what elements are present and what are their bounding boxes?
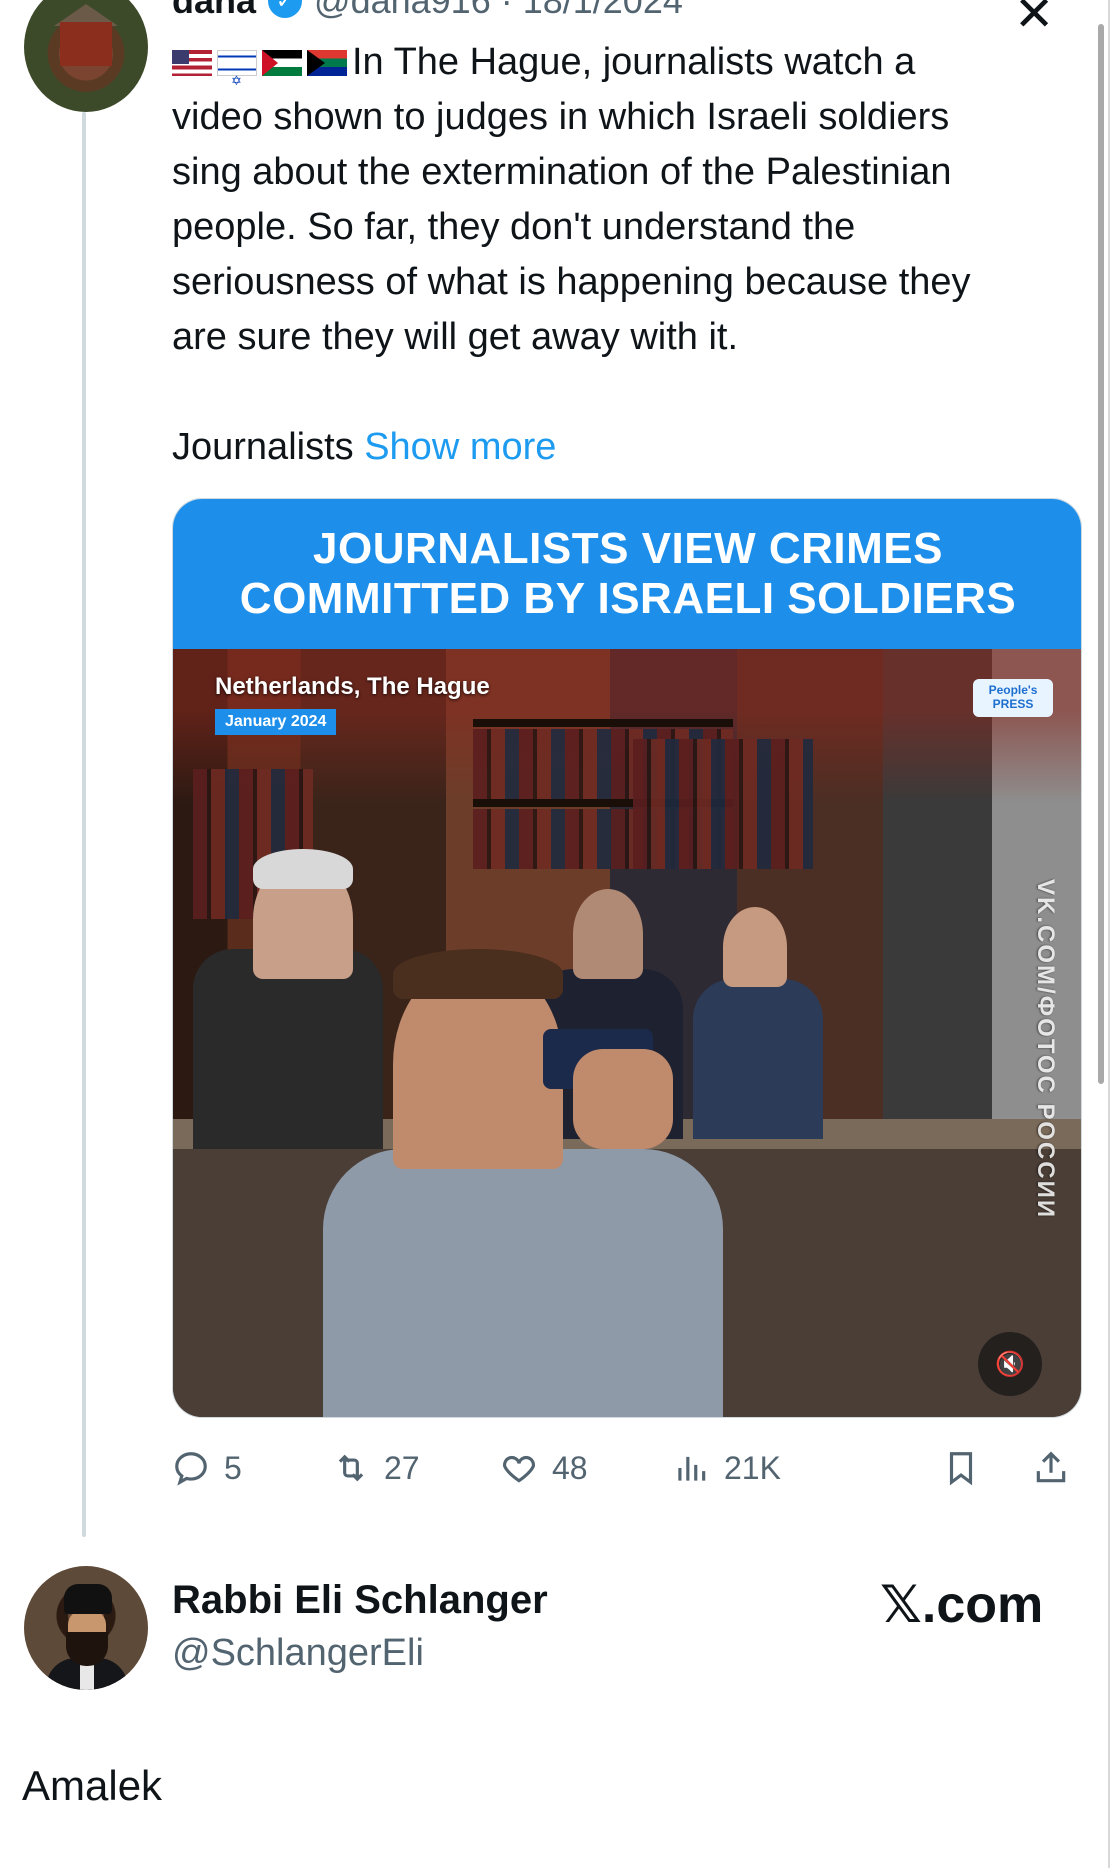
israel-flag-icon [217,50,257,108]
reply-button[interactable]: 5 [172,1438,242,1498]
reply-text: Amalek [22,1762,163,1809]
tweet-text-line-3: sing about the extermination of the Pale… [172,151,952,193]
person-shape [193,949,383,1149]
tweet-text-line-2: video shown to judges in which Israeli s… [172,96,950,138]
analytics-icon [678,1456,706,1481]
person-hair [253,849,353,889]
thread-connector-line [82,112,86,1537]
hat-shape [64,1584,112,1614]
video-frame[interactable]: Netherlands, The Hague January 2024 Peop… [173,649,1081,1417]
author-name[interactable]: Rabbi Eli Schlanger [172,1578,548,1623]
show-more-link[interactable]: Show more [364,426,556,468]
journalists-word: Journalists [172,426,354,468]
bookmark-button[interactable] [942,1438,980,1498]
logo-line-1: People's [988,683,1038,697]
heart-icon [503,1455,535,1483]
repost-button[interactable]: 27 [332,1438,420,1498]
us-flag-icon [172,50,212,76]
reply-icon [175,1452,207,1486]
author-handle-date[interactable]: @dana916 · 18/1/2024 [314,0,683,22]
avatar[interactable] [24,0,148,112]
mute-icon[interactable]: 🔇 [978,1332,1042,1396]
tweet-header: dana ✓ @dana916 · 18/1/2024 [172,0,683,24]
tweet-text: In The Hague, journalists watch a video … [172,35,1082,365]
x-com-logo: 𝕏.com [880,1576,1044,1634]
peoples-press-logo: People's PRESS [973,679,1053,717]
tweet-text-line-5: seriousness of what is happening because… [172,261,971,303]
bookmark-icon [949,1452,973,1486]
author-name[interactable]: dana [172,0,256,22]
person-shape [323,1149,723,1417]
location-label: Netherlands, The Hague [215,673,490,700]
south-africa-flag-icon [307,50,347,76]
verified-badge-icon: ✓ [268,0,303,18]
hand-shape [573,1049,673,1149]
banner-line-2: COMMITTED BY ISRAELI SOLDIERS [239,574,1017,623]
repost-count: 27 [384,1449,420,1486]
views-button[interactable]: 21K [672,1438,781,1498]
person-shape [693,979,823,1139]
date-badge: January 2024 [215,709,337,735]
watermark-text: VK.COM/ФОТОС РОССИИ [1032,879,1059,1220]
tweet-text-line-1: In The Hague, journalists watch a [352,41,916,83]
barn-shape [60,22,112,66]
scrollbar[interactable] [1098,24,1104,1084]
person-head [573,889,643,979]
shelf [473,719,733,727]
views-count: 21K [724,1449,781,1486]
reply-count: 5 [224,1449,242,1486]
share-button[interactable] [1032,1438,1070,1498]
tweet-text-line-6: are sure they will get away with it. [172,316,739,358]
tweet-text-line-4: people. So far, they don't understand th… [172,206,856,248]
video-banner: JOURNALISTS VIEW CRIMES COMMITTED BY ISR… [173,499,1081,649]
tweet-actions: 5 27 48 21K [172,1438,1082,1498]
like-button[interactable]: 48 [500,1438,588,1498]
author-handle[interactable]: @SchlangerEli [172,1632,424,1675]
bookshelf [633,739,813,869]
avatar[interactable] [24,1566,148,1690]
like-count: 48 [552,1449,588,1486]
share-icon [1036,1451,1066,1483]
logo-line-2: PRESS [992,697,1034,711]
tweet-text-continuation: Journalists Show more [172,420,556,475]
person-hair [393,949,563,999]
tweet-text-line: In The Hague, journalists watch a [172,35,1082,108]
repost-icon [338,1454,364,1482]
video-media[interactable]: JOURNALISTS VIEW CRIMES COMMITTED BY ISR… [172,498,1082,1418]
banner-line-1: JOURNALISTS VIEW CRIMES [313,524,943,573]
person-head [723,907,787,987]
palestine-flag-icon [262,50,302,76]
